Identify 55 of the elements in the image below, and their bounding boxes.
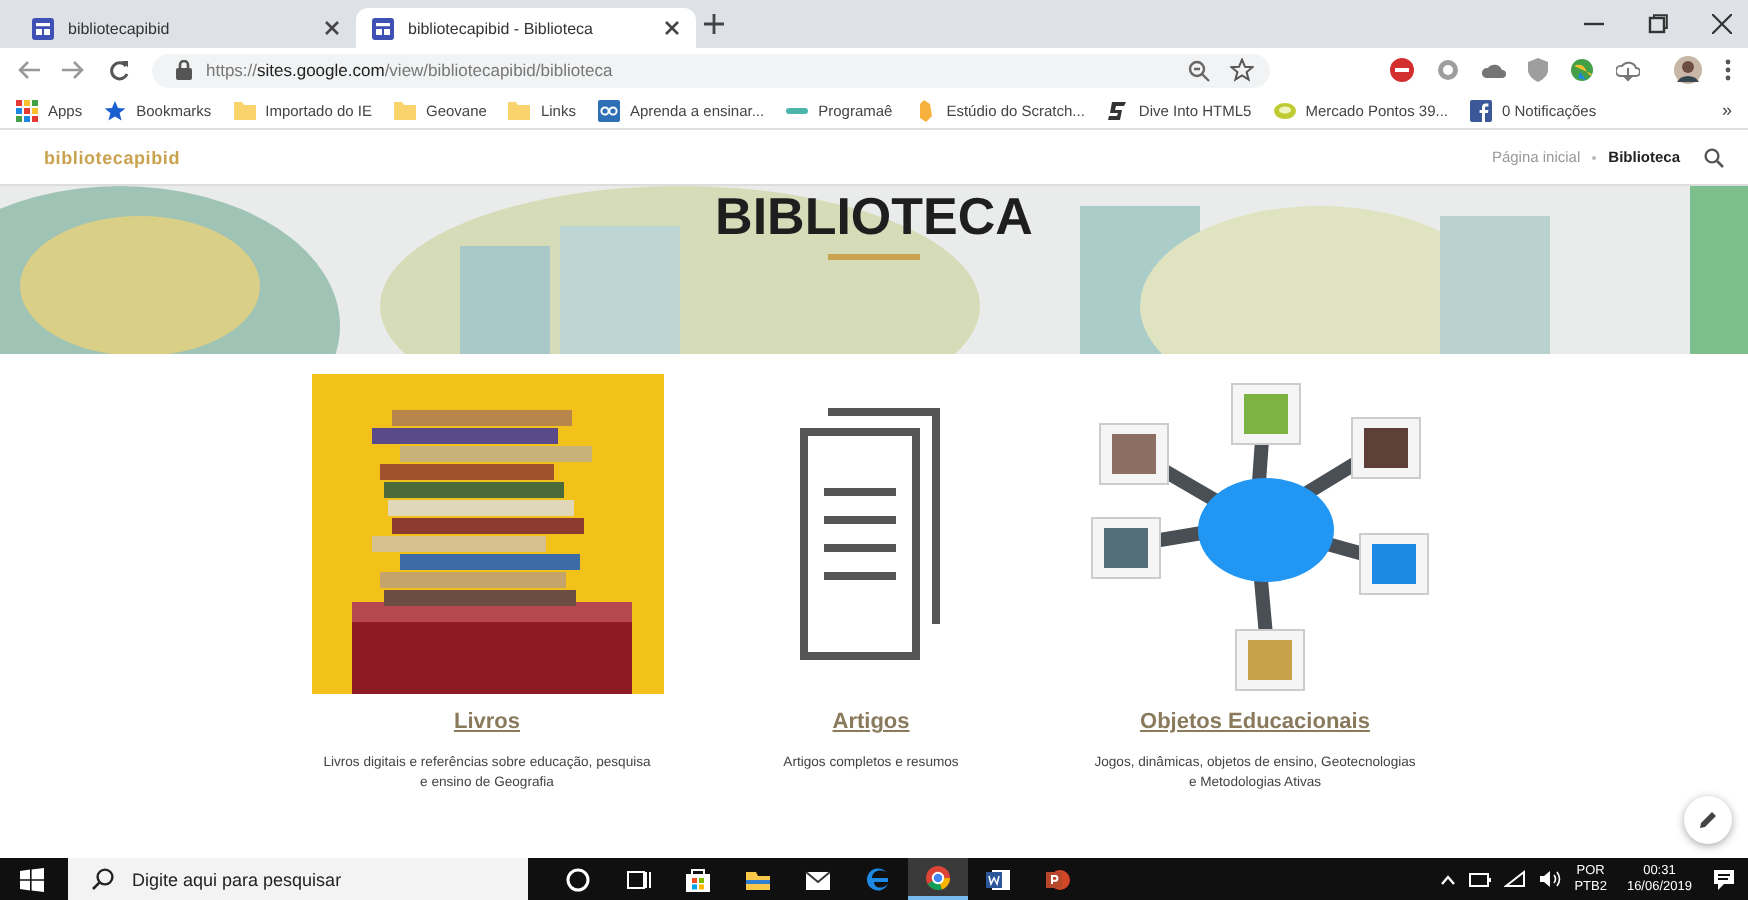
lock-icon xyxy=(176,60,192,80)
avatar-icon[interactable] xyxy=(1674,56,1702,84)
page-title: BIBLIOTECA xyxy=(715,186,1033,246)
edge-icon xyxy=(864,865,892,893)
close-icon[interactable] xyxy=(664,20,680,36)
card-title-link[interactable]: Objetos Educacionais xyxy=(1140,710,1370,734)
browser-tab[interactable]: bibliotecapibid - Biblioteca xyxy=(356,8,696,48)
star-icon xyxy=(104,99,127,121)
chrome-icon xyxy=(924,863,952,891)
star-icon[interactable] xyxy=(1230,58,1254,82)
five-icon xyxy=(1106,99,1129,121)
menu-icon[interactable] xyxy=(1724,58,1732,82)
notifications-icon[interactable] xyxy=(1712,867,1736,891)
folder-icon xyxy=(233,99,256,121)
card-title-link[interactable]: Artigos xyxy=(832,710,910,734)
word-icon xyxy=(984,865,1012,893)
close-icon[interactable] xyxy=(1712,14,1732,34)
envelope-icon xyxy=(804,865,832,893)
store-icon xyxy=(684,865,712,893)
browser-tab[interactable]: bibliotecapibid xyxy=(16,8,356,48)
search-field[interactable]: Digite aqui para pesquisar xyxy=(68,858,528,900)
coin-icon xyxy=(1273,99,1296,121)
back-icon[interactable] xyxy=(16,60,40,80)
close-icon[interactable] xyxy=(324,20,340,36)
task-view-icon xyxy=(624,865,652,893)
forward-icon[interactable] xyxy=(62,60,86,80)
apps-icon xyxy=(16,99,38,121)
cortana-icon xyxy=(564,865,592,893)
volume-icon[interactable] xyxy=(1538,870,1563,888)
site-icon xyxy=(32,17,54,39)
search-icon[interactable] xyxy=(1704,147,1724,167)
address-field[interactable]: https://sites.google.com/view/bibliotecapibid/biblioteca xyxy=(152,53,1270,87)
shield-icon[interactable] xyxy=(1528,58,1548,82)
restore-icon[interactable] xyxy=(1648,14,1668,34)
reload-icon[interactable] xyxy=(108,59,130,81)
edit-button[interactable] xyxy=(1684,796,1732,844)
windows-start-icon[interactable] xyxy=(20,867,44,891)
zoom-out-icon[interactable] xyxy=(1188,59,1210,81)
cloud-download-icon[interactable] xyxy=(1616,58,1640,82)
more-bookmarks-button[interactable]: » xyxy=(1721,100,1732,120)
globe-icon[interactable] xyxy=(1570,58,1594,82)
stop-sign-icon[interactable] xyxy=(1390,58,1414,82)
folder-icon xyxy=(394,99,416,121)
pencil-icon xyxy=(1698,810,1718,830)
taskbar-app[interactable] xyxy=(908,858,968,900)
chevron-up-icon[interactable] xyxy=(1440,873,1457,885)
new-tab-icon[interactable] xyxy=(704,14,724,34)
folder-icon xyxy=(508,99,531,121)
card-title-link[interactable]: Livros xyxy=(453,710,520,734)
facebook-icon xyxy=(1470,99,1492,121)
co-logo-icon xyxy=(597,99,620,121)
site-icon xyxy=(372,17,394,39)
powerpoint-icon xyxy=(1044,865,1072,893)
url-text: https://sites.google.com/view/bibliotecapibid/biblioteca xyxy=(206,60,613,80)
battery-icon[interactable] xyxy=(1468,871,1493,887)
